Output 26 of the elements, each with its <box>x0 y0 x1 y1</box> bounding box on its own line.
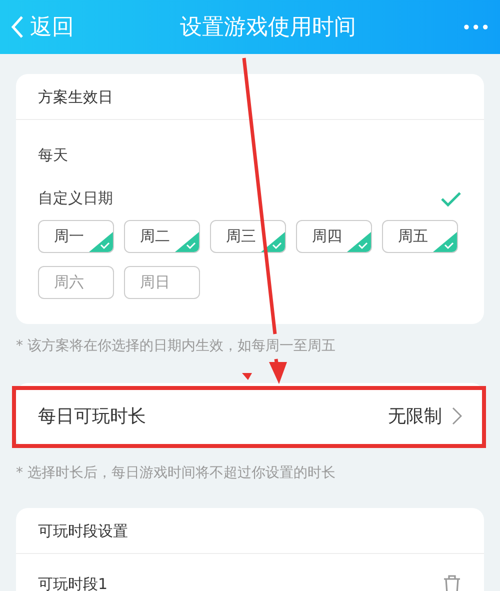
check-corner-icon <box>175 232 199 252</box>
check-corner-icon <box>433 232 457 252</box>
day-chip[interactable]: 周五 <box>382 220 458 253</box>
day-chip[interactable]: 周四 <box>296 220 372 253</box>
trash-icon[interactable] <box>442 574 462 591</box>
row-value: 无限制 <box>388 404 442 428</box>
section-title: 方案生效日 <box>37 87 114 108</box>
option-label: 自定义日期 <box>38 189 113 208</box>
option-row[interactable]: 每天 <box>16 134 484 177</box>
back-icon <box>10 15 24 39</box>
check-corner-icon <box>89 232 113 252</box>
option-row[interactable]: 自定义日期 <box>16 177 484 220</box>
hint-text: * 该方案将在你选择的日期内生效，如每周一至周五 <box>16 337 336 356</box>
day-chip[interactable]: 周一 <box>38 220 114 253</box>
day-chip[interactable]: 周二 <box>124 220 200 253</box>
check-corner-icon <box>347 232 371 252</box>
chevron-icon <box>452 406 462 424</box>
period-label: 可玩时段1 <box>38 574 108 591</box>
hint-text: * 选择时长后，每日游戏时间将不超过你设置的时长 <box>16 464 336 483</box>
annotation-mark <box>242 373 252 380</box>
row-label: 每日可玩时长 <box>38 404 146 428</box>
section-title: 可玩时段设置 <box>37 521 129 542</box>
day-chip[interactable]: 周三 <box>210 220 286 253</box>
check-corner-icon <box>261 232 285 252</box>
option-label: 每天 <box>38 146 68 165</box>
page-title: 设置游戏使用时间 <box>180 14 356 42</box>
